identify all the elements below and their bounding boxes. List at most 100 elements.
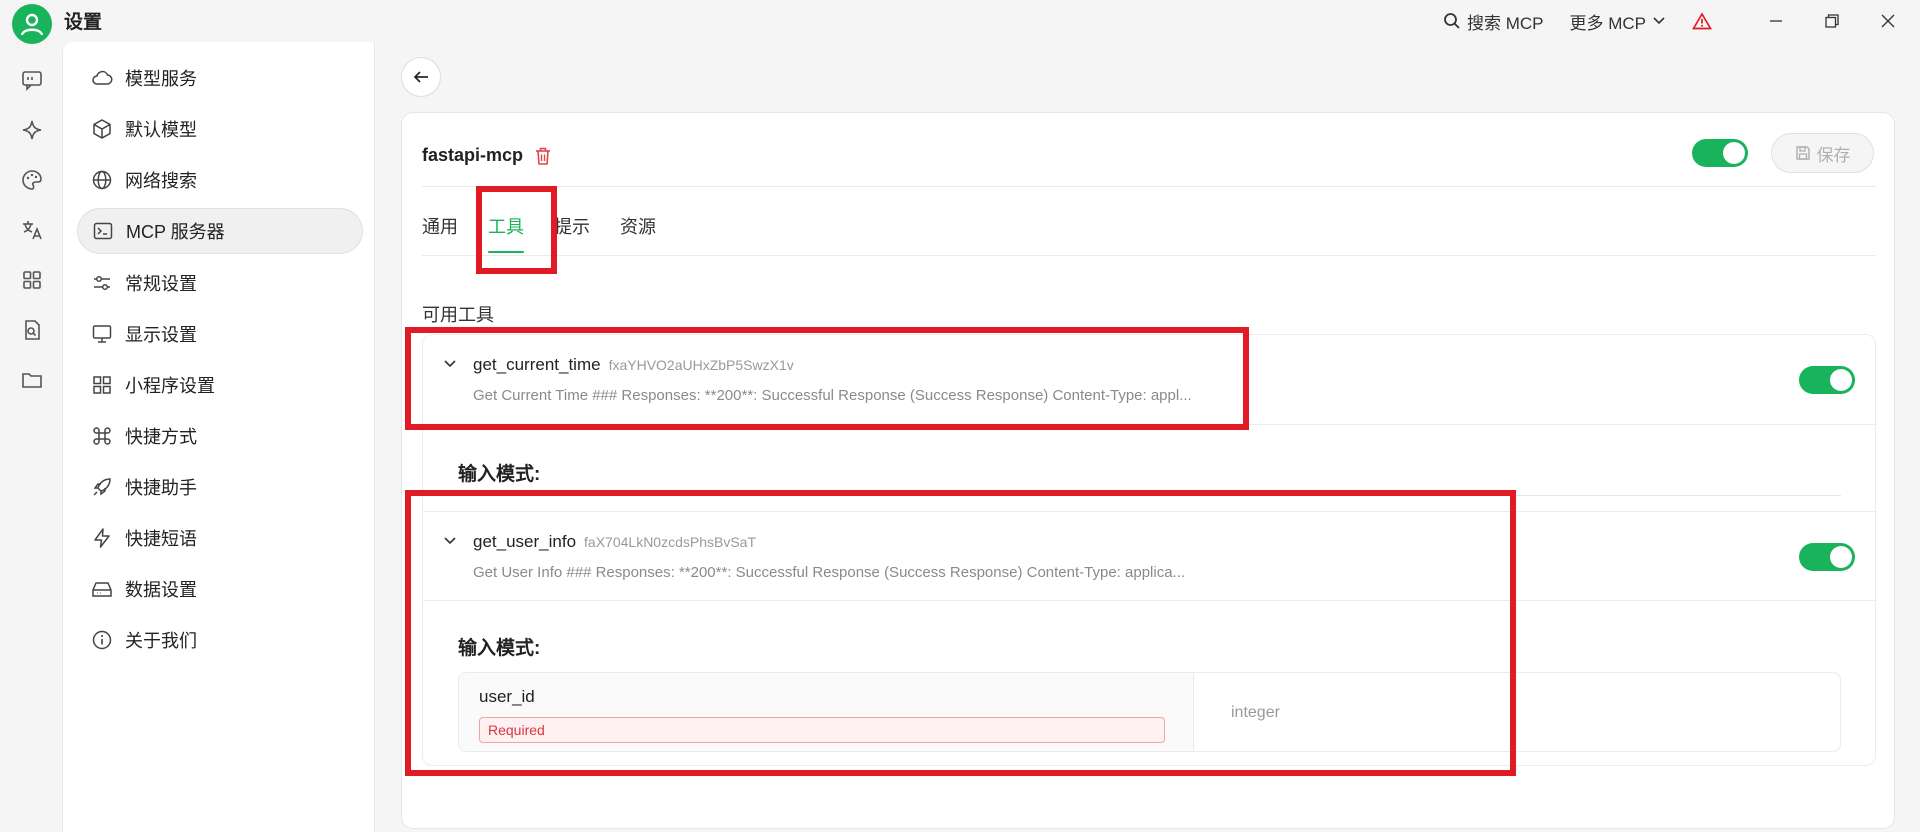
tool-row-get-current-time[interactable]: get_current_time fxaYHVO2aUHxZbP5SwzX1v G… [423,335,1877,425]
cube-icon [91,118,113,140]
monitor-icon [91,323,113,345]
sidebar-item-label: 默认模型 [125,120,197,140]
server-header: fastapi-mcp [422,145,551,166]
sidebar-item-label: 数据设置 [125,580,197,600]
param-table: user_id Required integer [458,672,1841,752]
input-schema-title: 输入模式: [458,464,541,485]
close-icon [1881,14,1895,28]
save-icon [1795,146,1810,160]
sidebar-item-label: 快捷短语 [125,529,197,549]
chevron-down-icon[interactable] [443,534,457,548]
tab-prompts[interactable]: 提示 [554,213,590,253]
sidebar-item-data-settings[interactable]: 数据设置 [77,566,363,612]
sidebar-item-miniapp-settings[interactable]: 小程序设置 [77,362,363,408]
param-cell: user_id Required [459,673,1194,751]
tool-name-line: get_user_info faX704LkN0zcdsPhsBvSaT [473,532,756,552]
tool-description: Get Current Time ### Responses: **200**:… [473,387,1192,404]
sidebar-item-label: 常规设置 [125,274,197,294]
server-enable-toggle[interactable] [1692,139,1748,167]
command-icon [91,425,113,447]
save-button[interactable]: 保存 [1771,133,1874,173]
tool-name-line: get_current_time fxaYHVO2aUHxZbP5SwzX1v [473,355,794,375]
drive-icon [91,578,113,600]
sidebar-item-general-settings[interactable]: 常规设置 [77,260,363,306]
server-name: fastapi-mcp [422,145,524,165]
sidebar-item-quick-phrases[interactable]: 快捷短语 [77,515,363,561]
param-name: user_id [479,687,535,706]
tools-list: get_current_time fxaYHVO2aUHxZbP5SwzX1v G… [422,334,1877,766]
tool-name: get_current_time [473,355,601,374]
info-icon [91,629,113,651]
sidebar-item-label: MCP 服务器 [126,222,225,242]
sidebar-item-label: 关于我们 [125,631,197,651]
restore-button[interactable] [1804,3,1860,39]
tab-tools[interactable]: 工具 [488,213,524,253]
sidebar-item-model-service[interactable]: 模型服务 [77,55,363,101]
title-bar: 设置 搜索 MCP 更多 MCP [0,0,1920,44]
sidebar-item-about[interactable]: 关于我们 [77,617,363,663]
bolt-icon [91,527,113,549]
back-button[interactable] [401,57,441,97]
minimize-icon [1770,20,1782,22]
close-button[interactable] [1860,3,1916,39]
sidebar-item-label: 模型服务 [125,69,197,89]
tool-enable-toggle[interactable] [1799,543,1855,571]
required-badge: Required [479,717,1165,743]
sidebar-item-default-model[interactable]: 默认模型 [77,106,363,152]
tool-id: fxaYHVO2aUHxZbP5SwzX1v [608,357,794,373]
tool-enable-toggle[interactable] [1799,366,1855,394]
arrow-left-icon [413,71,428,83]
folder-icon[interactable] [20,368,44,392]
apps-icon[interactable] [20,268,44,292]
tab-bar: 通用 工具 提示 资源 [422,213,686,253]
tool-id: faX704LkN0zcdsPhsBvSaT [584,534,757,550]
tool-description: Get User Info ### Responses: **200**: Su… [473,564,1186,581]
sidebar-item-shortcuts[interactable]: 快捷方式 [77,413,363,459]
chat-icon[interactable] [20,68,44,92]
user-icon [20,13,44,36]
sidebar-item-display-settings[interactable]: 显示设置 [77,311,363,357]
settings-sidebar: 模型服务 默认模型 网络搜索 MCP 服务器 常规设置 显示设置 小程序设置 快… [62,42,375,832]
search-mcp-label: 搜索 MCP [1467,13,1544,33]
sidebar-item-web-search[interactable]: 网络搜索 [77,157,363,203]
search-icon [1444,13,1460,29]
trash-icon[interactable] [535,147,551,165]
mcp-server-card: fastapi-mcp 保存 通用 工具 提示 资源 可用工具 get_curr… [401,112,1895,829]
main-content: fastapi-mcp 保存 通用 工具 提示 资源 可用工具 get_curr… [376,42,1920,832]
divider [422,186,1876,187]
terminal-icon [92,220,114,242]
save-label: 保存 [1816,145,1851,165]
rocket-icon [91,476,113,498]
translate-icon[interactable] [20,218,44,242]
param-type: integer [1231,704,1280,721]
available-tools-title: 可用工具 [422,305,494,325]
app-title: 设置 [64,12,103,33]
chevron-down-icon[interactable] [443,357,457,371]
divider [458,495,1841,496]
file-search-icon[interactable] [20,318,44,342]
search-mcp-button[interactable]: 搜索 MCP [1443,9,1544,34]
sidebar-item-label: 小程序设置 [125,376,215,396]
minimize-button[interactable] [1748,3,1804,39]
tool-name: get_user_info [473,532,577,551]
chevron-down-icon [1653,17,1665,25]
divider [422,255,1876,256]
palette-icon[interactable] [20,168,44,192]
sparkle-icon[interactable] [20,118,44,142]
sidebar-item-label: 网络搜索 [125,171,197,191]
restore-icon [1825,14,1839,28]
sidebar-item-label: 快捷方式 [125,427,197,447]
avatar[interactable] [12,4,52,44]
grid-icon [91,374,113,396]
tool-row-get-user-info[interactable]: get_user_info faX704LkN0zcdsPhsBvSaT Get … [423,511,1877,601]
sidebar-item-quick-assistant[interactable]: 快捷助手 [77,464,363,510]
sidebar-item-mcp-server[interactable]: MCP 服务器 [77,208,363,254]
warning-icon [1692,12,1712,30]
tab-resources[interactable]: 资源 [620,213,656,253]
cloud-icon [91,67,113,89]
warning-button[interactable] [1692,12,1712,30]
sidebar-item-label: 快捷助手 [125,478,197,498]
more-mcp-button[interactable]: 更多 MCP [1570,9,1667,34]
input-schema-title: 输入模式: [458,638,541,659]
tab-general[interactable]: 通用 [422,213,458,253]
